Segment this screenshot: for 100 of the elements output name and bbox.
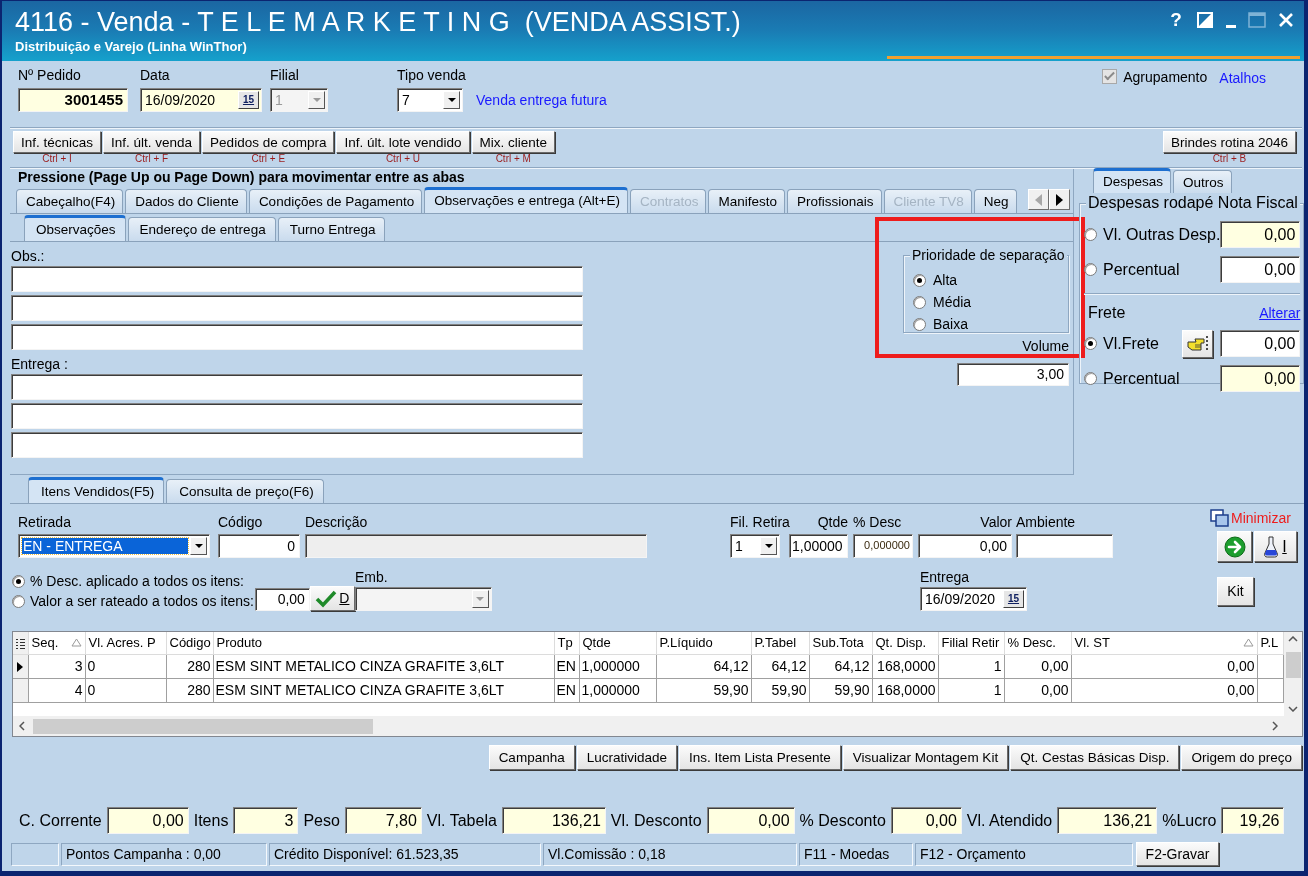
tab[interactable]: Cabeçalho(F4): [16, 189, 124, 213]
tab[interactable]: Despesas: [1093, 168, 1172, 194]
tab[interactable]: Itens Vendidos(F5): [28, 477, 165, 503]
toolbar-button[interactable]: Inf. técnicas: [13, 131, 102, 153]
row-indicator[interactable]: [13, 654, 28, 678]
option-label[interactable]: Alta: [933, 271, 958, 289]
text-field[interactable]: [11, 432, 583, 458]
option-label[interactable]: Vl. Outras Desp.: [1103, 224, 1221, 245]
column-header[interactable]: P.L: [1257, 632, 1283, 654]
calendar-button[interactable]: 15: [238, 91, 259, 109]
tab[interactable]: Observações: [24, 215, 126, 241]
delivery-date-field[interactable]: 16/09/2020 15: [920, 587, 1027, 611]
text-field[interactable]: [11, 374, 583, 400]
radio-button[interactable]: [12, 594, 25, 608]
tab[interactable]: Condições de Pagamento: [248, 189, 423, 213]
environment-field[interactable]: [1016, 534, 1113, 558]
option-label[interactable]: Percentual: [1103, 368, 1180, 389]
total-field[interactable]: 136,21: [1057, 807, 1158, 834]
option-label[interactable]: Vl.Frete: [1103, 333, 1159, 354]
total-field[interactable]: 0,00: [706, 807, 795, 834]
action-button[interactable]: Qt. Cestas Básicas Disp.: [1010, 745, 1180, 770]
column-header[interactable]: Produto: [213, 632, 554, 654]
total-field[interactable]: 19,26: [1221, 807, 1285, 834]
radio-button[interactable]: [1084, 263, 1097, 276]
column-header[interactable]: Qt. Disp.: [872, 632, 938, 654]
sale-type-dropdown[interactable]: 7: [397, 88, 463, 112]
code-field[interactable]: 0: [218, 534, 300, 558]
change-link[interactable]: Alterar: [1259, 304, 1301, 322]
option-label[interactable]: Valor a ser rateado a todos os itens:: [30, 592, 254, 610]
toolbar-button[interactable]: Inf. últ. venda: [103, 131, 201, 153]
shortcuts-link[interactable]: Atalhos: [1219, 70, 1266, 87]
pickup-branch-dropdown[interactable]: 1: [730, 534, 780, 558]
tab[interactable]: Profissionais: [787, 189, 882, 213]
column-header[interactable]: Código: [166, 632, 213, 654]
apportion-field[interactable]: 0,00: [254, 588, 310, 611]
apply-button[interactable]: D: [309, 586, 355, 611]
go-button[interactable]: [1217, 531, 1252, 562]
toolbar-button[interactable]: Mix. cliente: [471, 131, 556, 153]
column-header[interactable]: P.Líquido: [656, 632, 751, 654]
total-field[interactable]: 0,00: [106, 807, 189, 834]
option-label[interactable]: Percentual: [1103, 259, 1180, 280]
column-header[interactable]: Vl. ST: [1071, 632, 1257, 654]
option-label[interactable]: % Desc. aplicado a todos os itens:: [30, 572, 244, 590]
action-button[interactable]: Ins. Item Lista Presente: [679, 745, 841, 770]
text-field[interactable]: [11, 324, 583, 350]
total-field[interactable]: 7,80: [344, 807, 422, 834]
column-header[interactable]: P.Tabel: [751, 632, 809, 654]
tab[interactable]: Outros: [1173, 170, 1232, 194]
action-button[interactable]: Visualizar Montagem Kit: [842, 745, 1009, 770]
toolbar-button[interactable]: Inf. últ. lote vendido: [336, 131, 470, 153]
text-field[interactable]: [11, 266, 583, 292]
column-header[interactable]: Vl. Acres. P: [85, 632, 166, 654]
tab[interactable]: Neg: [973, 189, 1017, 213]
restore-button[interactable]: [1195, 10, 1215, 30]
column-header[interactable]: Sub.Tota: [809, 632, 872, 654]
toolbar-button[interactable]: Pedidos de compra: [202, 131, 335, 153]
value-field[interactable]: 0,00: [1220, 256, 1301, 283]
help-button[interactable]: ?: [1166, 10, 1186, 30]
kit-button[interactable]: Kit: [1217, 577, 1254, 606]
column-header[interactable]: Seq.: [28, 632, 85, 654]
column-header[interactable]: Tp: [554, 632, 579, 654]
action-button[interactable]: Origem do preço: [1181, 745, 1302, 770]
pickup-dropdown[interactable]: EN - ENTREGA: [18, 534, 210, 558]
tab[interactable]: Consulta de preço(F6): [166, 479, 324, 503]
horizontal-scrollbar[interactable]: [13, 716, 1284, 736]
value-field[interactable]: 0,00: [918, 534, 1012, 558]
column-header[interactable]: Qtde: [579, 632, 656, 654]
discount-field[interactable]: 0,000000: [853, 534, 913, 558]
column-header[interactable]: % Desc.: [1004, 632, 1071, 654]
pointer-button[interactable]: [1182, 329, 1214, 358]
value-field[interactable]: 0,00: [1220, 365, 1301, 392]
action-button[interactable]: Lucratividade: [576, 745, 677, 770]
scrollbar-thumb[interactable]: [33, 718, 373, 734]
option-label[interactable]: Baixa: [933, 315, 969, 333]
text-field[interactable]: [11, 403, 583, 429]
radio-button[interactable]: [913, 273, 926, 287]
tab[interactable]: Dados do Cliente: [125, 189, 247, 213]
radio-button[interactable]: [1084, 228, 1097, 241]
order-number-field[interactable]: 3001455: [18, 88, 128, 112]
value-field[interactable]: 0,00: [1220, 221, 1301, 248]
option-label[interactable]: Média: [933, 293, 972, 311]
date-field[interactable]: 16/09/2020 15: [140, 88, 262, 112]
calendar-button[interactable]: 15: [1003, 590, 1024, 608]
tab[interactable]: Observações e entrega (Alt+E): [424, 187, 628, 213]
vertical-scrollbar[interactable]: [1284, 632, 1302, 716]
tab-scroll-right-button[interactable]: [1049, 189, 1070, 210]
quantity-field[interactable]: 1,00000: [789, 534, 848, 558]
tab[interactable]: Endereço de entrega: [127, 217, 276, 241]
total-field[interactable]: 0,00: [890, 807, 962, 834]
volume-field[interactable]: 3,00: [957, 363, 1069, 386]
tab[interactable]: Turno Entrega: [277, 217, 386, 241]
scrollbar-thumb[interactable]: [1285, 652, 1301, 678]
total-field[interactable]: 3: [233, 807, 299, 834]
column-header[interactable]: Filial Retir: [938, 632, 1004, 654]
radio-button[interactable]: [1084, 372, 1097, 385]
save-button[interactable]: F2-Gravar: [1136, 842, 1219, 866]
radio-button[interactable]: [12, 574, 25, 588]
total-field[interactable]: 136,21: [501, 807, 606, 834]
text-field[interactable]: [11, 295, 583, 321]
flask-button[interactable]: I: [1254, 531, 1297, 562]
